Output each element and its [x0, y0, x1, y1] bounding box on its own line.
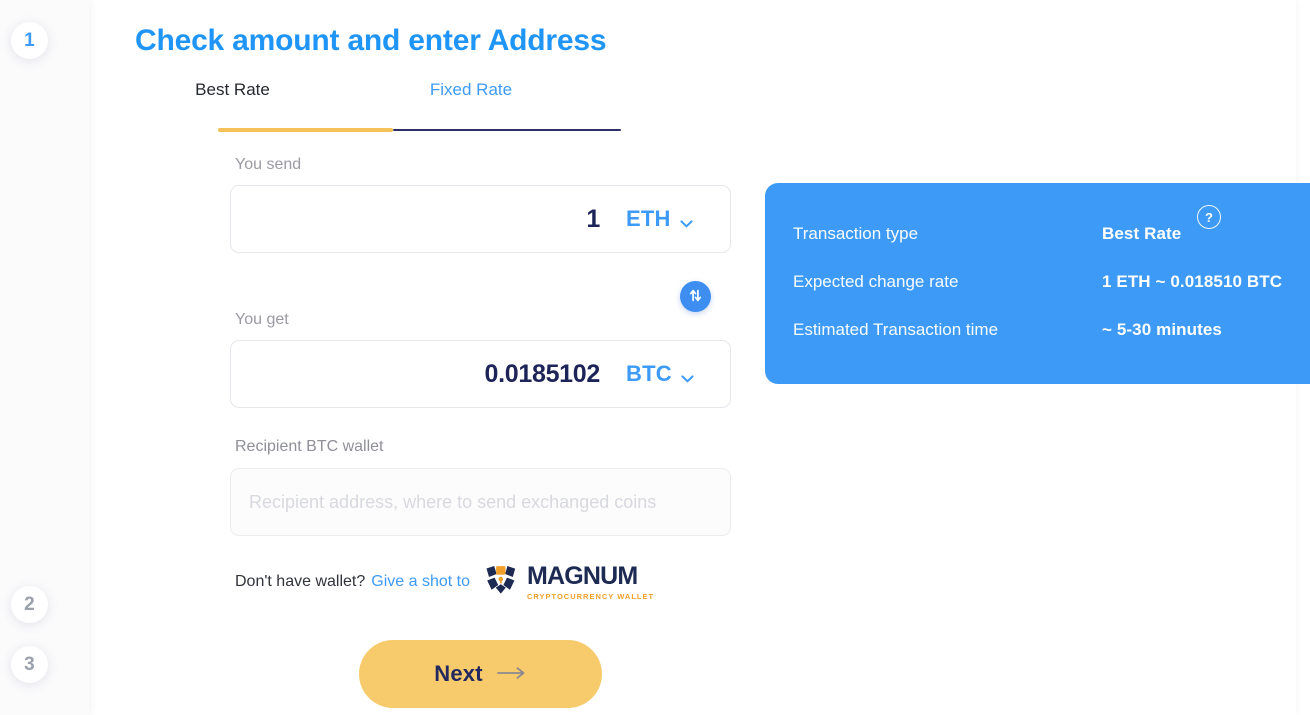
exchange-page: 1 2 3 Check amount and enter Address Bes…	[0, 0, 1310, 715]
info-row: Transaction type Best Rate	[765, 224, 1310, 250]
transaction-info-panel: Transaction type Best Rate Expected chan…	[765, 183, 1310, 384]
chevron-down-icon	[680, 215, 693, 228]
rate-tabs: Best Rate Fixed Rate	[145, 80, 622, 134]
question-mark-icon[interactable]: ?	[1197, 205, 1221, 229]
recipient-wallet-field[interactable]	[230, 468, 731, 536]
info-value-transaction-type: Best Rate	[1102, 224, 1182, 243]
magnum-logo[interactable]: MAGNUM CRYPTOCURRENCY WALLET	[483, 561, 655, 601]
give-a-shot-link[interactable]: Give a shot to	[371, 573, 470, 591]
recipient-wallet-label: Recipient BTC wallet	[235, 438, 384, 455]
next-button[interactable]: Next	[359, 640, 602, 708]
page-title: Check amount and enter Address	[135, 24, 607, 57]
swap-currencies-button[interactable]	[680, 281, 711, 312]
tab-best-rate[interactable]: Best Rate	[145, 80, 320, 100]
chevron-down-icon	[681, 370, 694, 383]
step-indicator-1[interactable]: 1	[11, 22, 48, 59]
tab-fixed-rate[interactable]: Fixed Rate	[320, 80, 622, 100]
magnum-brand-name: MAGNUM	[526, 561, 638, 590]
wallet-promo: Don't have wallet? Give a shot to MAGNUM…	[235, 561, 655, 601]
step-rail: 1 2 3	[0, 0, 89, 715]
magnum-wordmark: MAGNUM CRYPTOCURRENCY WALLET	[526, 561, 655, 601]
info-value-expected-rate: 1 ETH ~ 0.018510 BTC	[1102, 272, 1283, 291]
tab-inactive-underline	[393, 129, 621, 131]
you-send-value[interactable]: 1	[586, 205, 600, 234]
you-send-label: You send	[235, 156, 302, 173]
exchange-card: Check amount and enter Address Best Rate…	[89, 0, 1310, 715]
you-get-field[interactable]: 0.0185102 BTC	[230, 340, 731, 408]
you-get-value[interactable]: 0.0185102	[485, 360, 601, 389]
step-indicator-3[interactable]: 3	[11, 646, 48, 683]
info-key-transaction-type: Transaction type	[793, 224, 919, 243]
step-1-number: 1	[24, 29, 35, 51]
get-currency-selector[interactable]: BTC	[626, 361, 714, 387]
info-key-expected-rate: Expected change rate	[793, 272, 959, 291]
info-row: Expected change rate 1 ETH ~ 0.018510 BT…	[765, 272, 1310, 298]
next-button-label: Next	[434, 661, 483, 686]
send-currency-code: ETH	[626, 206, 671, 231]
recipient-address-input[interactable]	[249, 491, 712, 513]
swap-vertical-icon	[688, 288, 703, 306]
info-value-transaction-time: ~ 5-30 minutes	[1102, 320, 1222, 339]
info-row: Estimated Transaction time ~ 5-30 minute…	[765, 320, 1310, 346]
you-get-label: You get	[235, 311, 289, 328]
step-indicator-2[interactable]: 2	[11, 586, 48, 623]
magnum-brand-tagline: CRYPTOCURRENCY WALLET	[526, 591, 655, 601]
magnum-mark-icon	[483, 564, 519, 601]
get-currency-code: BTC	[626, 361, 672, 386]
you-send-field[interactable]: 1 ETH	[230, 185, 731, 253]
send-currency-selector[interactable]: ETH	[626, 206, 714, 232]
arrow-right-icon	[496, 666, 527, 683]
no-wallet-question: Don't have wallet?	[235, 573, 366, 590]
step-3-number: 3	[24, 653, 35, 675]
info-key-transaction-time: Estimated Transaction time	[793, 320, 999, 339]
tab-active-underline	[218, 128, 393, 132]
step-2-number: 2	[24, 593, 35, 615]
